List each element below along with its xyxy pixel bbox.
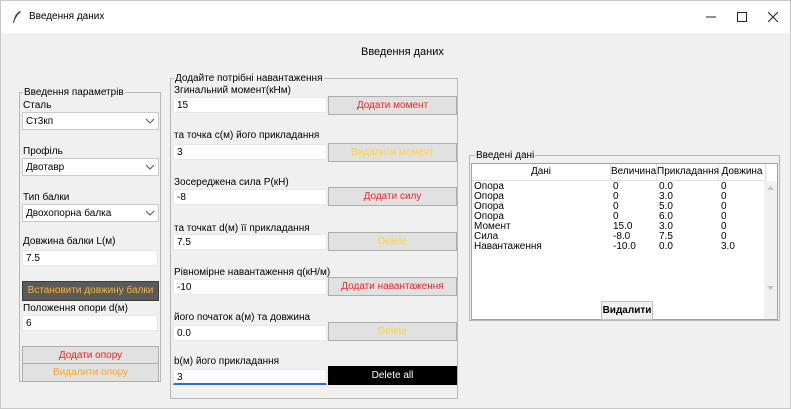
moment-input[interactable]: 15 (173, 97, 327, 113)
moment-label: Згинальний момент(кНм) (174, 85, 291, 96)
distributed-length-label: b(м) його прикладання (174, 356, 280, 367)
column-header-value[interactable]: Величина (611, 164, 657, 181)
force-point-label: та точкат d(м) її прикладання (174, 223, 310, 234)
length-input[interactable]: 7.5 (22, 250, 158, 266)
scroll-up-icon[interactable] (764, 183, 777, 193)
add-moment-button[interactable]: Додати момент (328, 96, 457, 115)
distributed-start-input[interactable]: 0.0 (173, 325, 327, 341)
distributed-length-input[interactable]: 3 (173, 369, 327, 385)
cell-data: Навантаження (474, 241, 542, 252)
steel-label: Сталь (23, 100, 52, 111)
delete-support-button[interactable]: Видалити опору (22, 363, 159, 382)
steel-value: Ст3кп (26, 116, 54, 127)
distributed-load-label: Рівномірне навантаження q(кН/м) (174, 267, 331, 278)
moment-point-input[interactable]: 3 (173, 144, 327, 160)
cell-length: 3.0 (721, 241, 735, 252)
profile-select[interactable]: Двотавр (22, 158, 159, 176)
add-force-button[interactable]: Додати силу (328, 187, 457, 206)
beam-type-select[interactable]: Двохопорна балка (22, 204, 159, 222)
beam-type-value: Двохопорна балка (26, 208, 112, 219)
column-header-application[interactable]: Прикладання (657, 164, 719, 181)
vertical-scrollbar[interactable] (764, 181, 777, 319)
delete-force-button[interactable]: Delete (328, 232, 457, 251)
moment-point-label: та точка с(м) його прикладання (174, 130, 320, 141)
params-frame-title: Введення параметрів (23, 87, 125, 98)
steel-select[interactable]: Ст3кп (22, 112, 159, 130)
chevron-down-icon (145, 210, 155, 216)
scroll-down-icon[interactable] (764, 283, 777, 293)
delete-moment-button[interactable]: Видалити момент (328, 143, 457, 162)
support-position-label: Положення опори d(м) (23, 303, 128, 314)
chevron-down-icon (145, 118, 155, 124)
maximize-icon (737, 12, 747, 22)
distributed-start-label: його початок а(м) та довжина (174, 312, 311, 323)
support-position-input[interactable]: 6 (22, 315, 158, 331)
column-header-data[interactable]: Дані (472, 164, 611, 181)
beam-type-label: Тип балки (23, 192, 70, 203)
profile-label: Профіль (23, 146, 63, 157)
force-point-input[interactable]: 7.5 (173, 234, 327, 250)
delete-distributed-load-button[interactable]: Delete (328, 322, 457, 341)
set-length-button[interactable]: Встановити довжину балки (22, 281, 159, 301)
close-button[interactable] (753, 1, 791, 33)
close-icon (768, 12, 778, 22)
column-header-length[interactable]: Довжина (719, 164, 766, 181)
entered-frame-title: Введені дані (475, 150, 536, 161)
minimize-icon (706, 16, 716, 18)
entered-data-table[interactable]: Дані Величина Прикладання Довжина Опора 0… (471, 163, 778, 320)
profile-value: Двотавр (26, 162, 65, 173)
delete-entry-button[interactable]: Видалити (601, 301, 653, 320)
add-distributed-load-button[interactable]: Додати навантаження (328, 277, 457, 296)
app-window: Введення даних Введення даних Введення п… (0, 0, 791, 409)
delete-all-button[interactable]: Delete all (328, 366, 457, 385)
loads-frame-title: Додайте потрібні навантаження (174, 73, 324, 84)
title-bar: Введення даних (1, 1, 790, 33)
length-label: Довжина балки L(м) (23, 236, 116, 247)
force-input[interactable]: -8 (173, 189, 327, 205)
cell-application: 0.0 (659, 241, 673, 252)
feather-icon (13, 11, 21, 23)
force-label: Зосереджена сила P(кН) (174, 177, 289, 188)
cell-value: -10.0 (613, 241, 636, 252)
table-row[interactable]: Навантаження -10.0 0.0 3.0 (472, 242, 762, 252)
chevron-down-icon (145, 164, 155, 170)
window-title: Введення даних (29, 11, 105, 22)
page-heading: Введення даних (361, 46, 444, 58)
distributed-load-input[interactable]: -10 (173, 279, 327, 295)
